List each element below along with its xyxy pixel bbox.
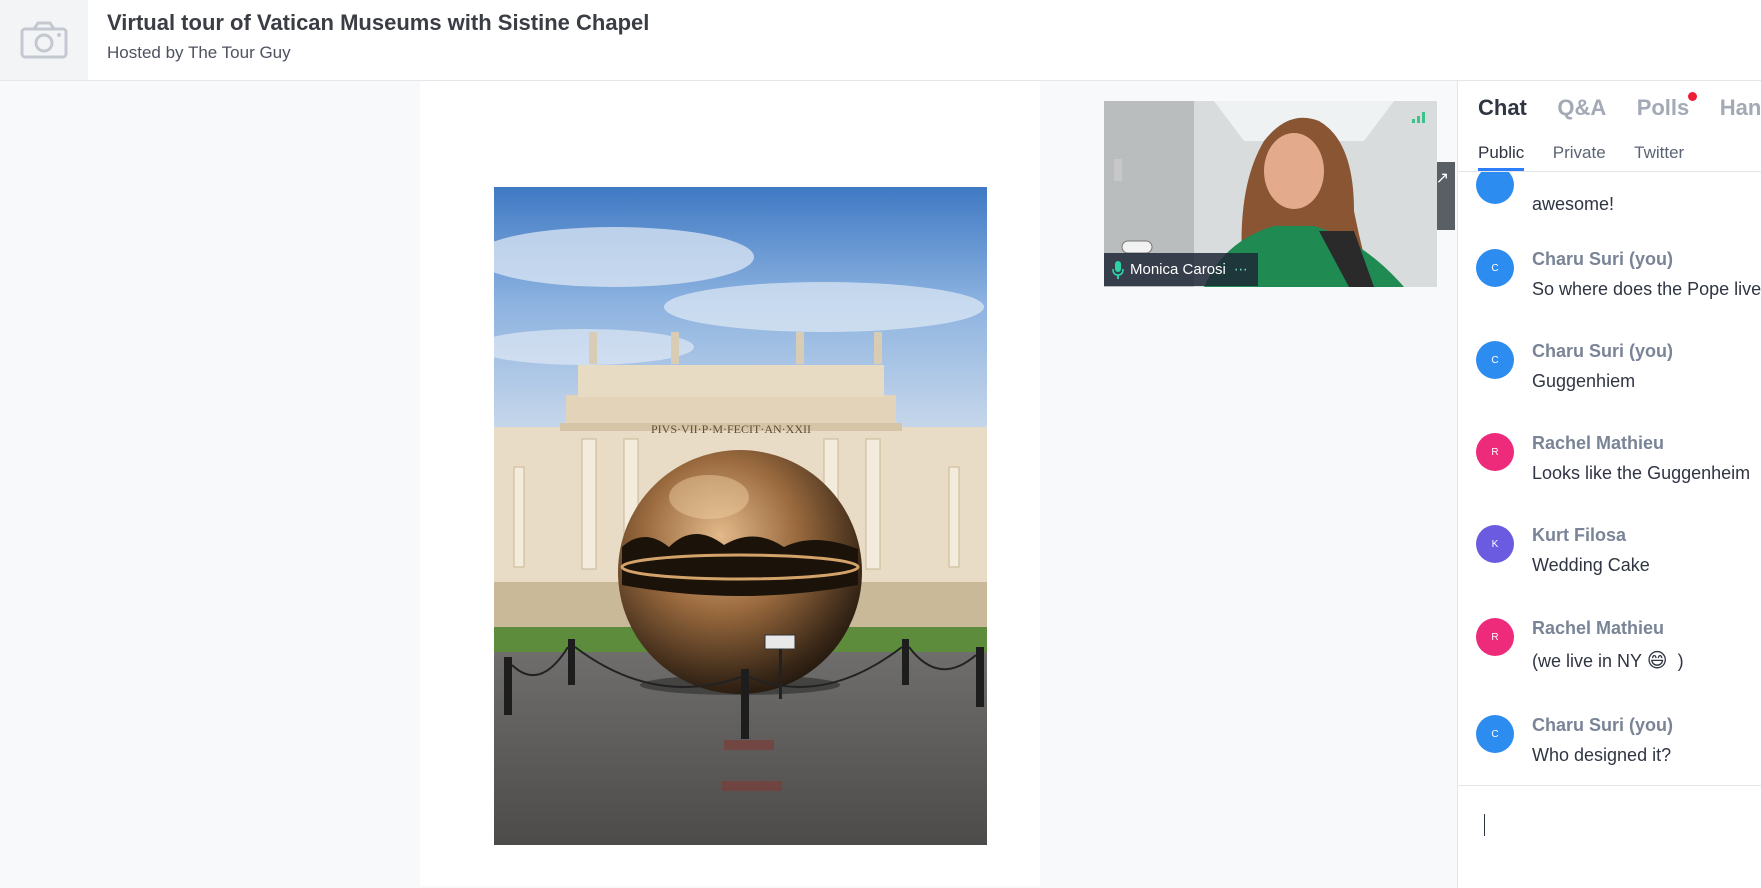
- message-author: Kurt Filosa: [1532, 525, 1627, 545]
- microphone-icon: [1112, 260, 1124, 279]
- building-inscription: PIVS·VII·P·M·FECIT·AN·XXII: [651, 422, 811, 436]
- message-text-part: ): [1677, 651, 1684, 671]
- message-author: Charu Suri (you): [1532, 249, 1674, 269]
- chat-subtabs: Public Private Twitter: [1478, 143, 1708, 173]
- tab-polls-label: Polls: [1636, 95, 1690, 120]
- tab-polls[interactable]: Polls: [1636, 92, 1698, 121]
- camera-icon: [20, 21, 68, 59]
- tab-handouts[interactable]: Handouts: [1720, 95, 1761, 121]
- avatar: K: [1476, 525, 1514, 563]
- message-text: Looks like the Guggenheim: [1532, 463, 1751, 483]
- avatar: C: [1476, 341, 1514, 379]
- avatar: R: [1476, 433, 1514, 471]
- message-text: Who designed it?: [1532, 745, 1672, 765]
- subtab-public[interactable]: Public: [1478, 143, 1525, 171]
- tab-qa[interactable]: Q&A: [1557, 95, 1606, 121]
- more-options-icon[interactable]: ⋯: [1234, 261, 1248, 278]
- expand-icon[interactable]: ↗: [1436, 168, 1449, 188]
- message-text: Guggenhiem: [1532, 371, 1636, 391]
- avatar: C: [1476, 715, 1514, 753]
- avatar: [1476, 172, 1514, 204]
- text-caret: [1484, 814, 1485, 836]
- message-author: Rachel Mathieu: [1532, 433, 1665, 453]
- message-text: Wedding Cake: [1532, 555, 1650, 575]
- grinning-emoji-icon: 😄: [1646, 650, 1668, 672]
- message-author: Rachel Mathieu: [1532, 618, 1665, 638]
- event-title: Virtual tour of Vatican Museums with Sis…: [107, 10, 650, 35]
- event-thumbnail: [0, 0, 88, 80]
- subtab-twitter[interactable]: Twitter: [1634, 143, 1684, 168]
- tab-chat[interactable]: Chat: [1478, 95, 1527, 121]
- message-text: awesome!: [1532, 194, 1615, 214]
- avatar: C: [1476, 249, 1514, 287]
- message-text: So where does the Pope live?: [1532, 279, 1761, 299]
- chat-messages: awesome! C Charu Suri (you) So where doe…: [1458, 172, 1761, 872]
- message-author: Charu Suri (you): [1532, 341, 1674, 361]
- subtab-private[interactable]: Private: [1553, 143, 1606, 168]
- panel-tabs: Chat Q&A Polls Handouts: [1478, 92, 1761, 125]
- slide-photo: PIVS·VII·P·M·FECIT·AN·XXII: [494, 187, 987, 845]
- message-author: Charu Suri (you): [1532, 715, 1674, 735]
- chat-input[interactable]: [1458, 785, 1761, 888]
- notification-dot: [1688, 92, 1698, 101]
- message-text-part: (we live in NY: [1532, 651, 1642, 671]
- event-host: Hosted by The Tour Guy: [107, 43, 291, 62]
- presentation-slide: PIVS·VII·P·M·FECIT·AN·XXII: [420, 81, 1040, 886]
- chat-panel: Chat Q&A Polls Handouts Public Private T…: [1457, 81, 1761, 888]
- message-text: (we live in NY 😄 ): [1532, 648, 1684, 673]
- speaker-name: Monica Carosi: [1130, 261, 1226, 278]
- speaker-name-tag: Monica Carosi ⋯: [1104, 253, 1258, 286]
- signal-strength-icon: [1412, 110, 1426, 128]
- avatar: R: [1476, 618, 1514, 656]
- event-header: Virtual tour of Vatican Museums with Sis…: [0, 0, 1761, 81]
